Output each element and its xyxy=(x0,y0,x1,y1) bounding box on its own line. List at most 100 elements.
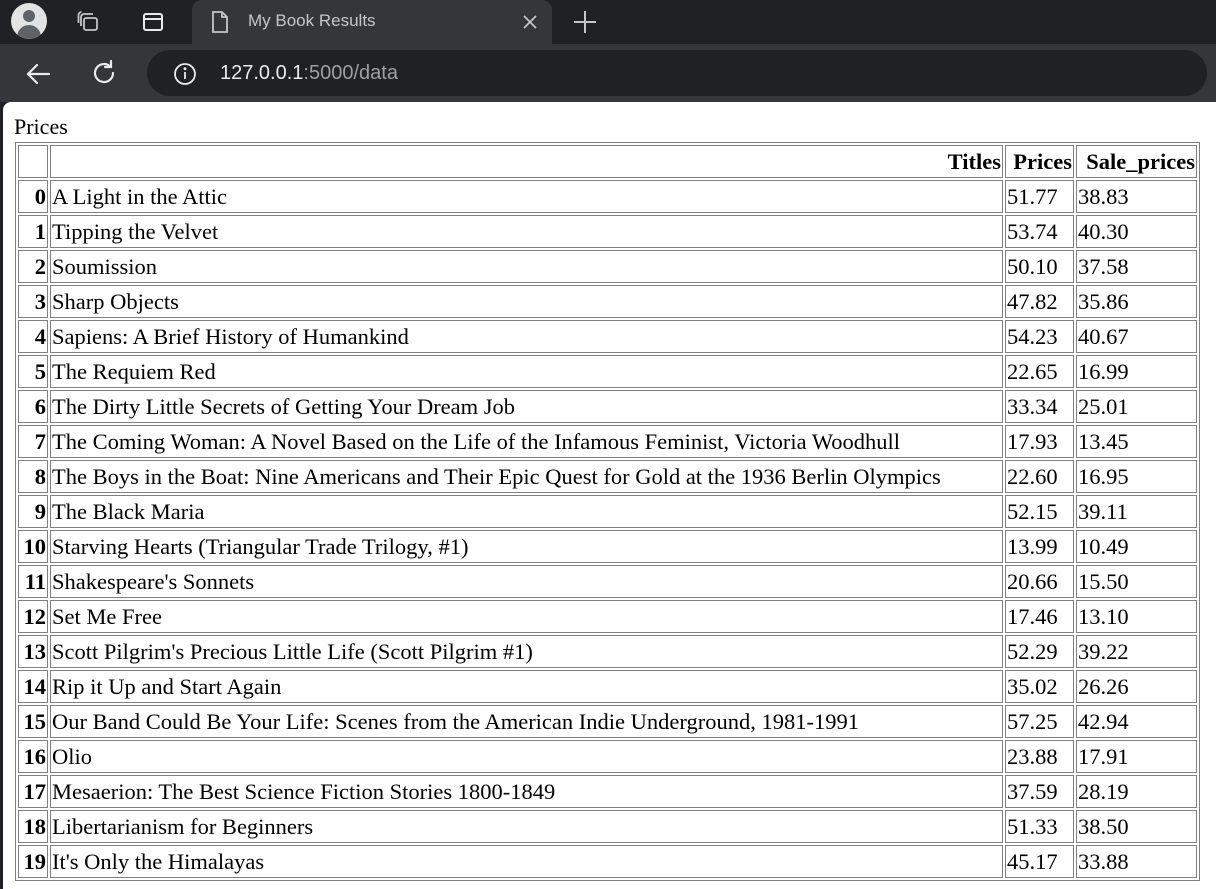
row-index-cell: 16 xyxy=(18,740,48,773)
row-index-cell: 12 xyxy=(18,600,48,633)
sale-price-cell: 37.58 xyxy=(1076,250,1197,283)
sale-price-cell: 33.88 xyxy=(1076,845,1197,878)
price-cell: 51.33 xyxy=(1005,810,1074,843)
browser-tab-strip: My Book Results xyxy=(0,0,1216,44)
title-cell: The Coming Woman: A Novel Based on the L… xyxy=(50,425,1003,458)
price-cell: 57.25 xyxy=(1005,705,1074,738)
url-host: 127.0.0.1 xyxy=(220,62,304,84)
profile-avatar-head xyxy=(23,10,35,22)
price-cell: 33.34 xyxy=(1005,390,1074,423)
row-index-cell: 5 xyxy=(18,355,48,388)
row-index-cell: 11 xyxy=(18,565,48,598)
table-row: 15 Our Band Could Be Your Life: Scenes fr… xyxy=(18,705,1197,738)
table-row: 4 Sapiens: A Brief History of Humankind 54… xyxy=(18,320,1197,353)
price-cell: 45.17 xyxy=(1005,845,1074,878)
row-index-cell: 10 xyxy=(18,530,48,563)
sale-price-cell: 16.95 xyxy=(1076,460,1197,493)
price-cell: 13.99 xyxy=(1005,530,1074,563)
price-cell: 37.59 xyxy=(1005,775,1074,808)
table-row: 0A Light in the Attic 51.77 38.83 xyxy=(18,180,1197,213)
sale-price-cell: 35.86 xyxy=(1076,285,1197,318)
column-header-titles: Titles xyxy=(50,145,1003,178)
row-index-cell: 2 xyxy=(18,250,48,283)
table-row: 5 The Requiem Red 22.65 16.99 xyxy=(18,355,1197,388)
sale-price-cell: 16.99 xyxy=(1076,355,1197,388)
sale-price-cell: 28.19 xyxy=(1076,775,1197,808)
sale-price-cell: 10.49 xyxy=(1076,530,1197,563)
column-header-sale-prices: Sale_prices xyxy=(1076,145,1197,178)
title-cell: Libertarianism for Beginners xyxy=(50,810,1003,843)
price-cell: 23.88 xyxy=(1005,740,1074,773)
table-row: 8 The Boys in the Boat: Nine Americans an… xyxy=(18,460,1197,493)
sale-price-cell: 13.10 xyxy=(1076,600,1197,633)
title-cell: It's Only the Himalayas xyxy=(50,845,1003,878)
price-cell: 50.10 xyxy=(1005,250,1074,283)
close-icon[interactable] xyxy=(520,12,540,32)
title-cell: Tipping the Velvet xyxy=(50,215,1003,248)
price-cell: 22.60 xyxy=(1005,460,1074,493)
price-cell: 51.77 xyxy=(1005,180,1074,213)
sale-price-cell: 25.01 xyxy=(1076,390,1197,423)
title-cell: The Dirty Little Secrets of Getting Your… xyxy=(50,390,1003,423)
title-cell: Sapiens: A Brief History of Humankind xyxy=(50,320,1003,353)
plus-icon[interactable] xyxy=(572,9,598,35)
table-row: 10 Starving Hearts (Triangular Trade Tril… xyxy=(18,530,1197,563)
row-index-cell: 1 xyxy=(18,215,48,248)
workspaces-icon[interactable] xyxy=(74,7,104,37)
document-icon xyxy=(210,10,230,38)
sale-price-cell: 38.50 xyxy=(1076,810,1197,843)
row-index-cell: 3 xyxy=(18,285,48,318)
title-cell: Starving Hearts (Triangular Trade Trilog… xyxy=(50,530,1003,563)
table-row: 2 Soumission 50.10 37.58 xyxy=(18,250,1197,283)
row-index-cell: 8 xyxy=(18,460,48,493)
info-icon[interactable] xyxy=(173,62,197,90)
browser-toolbar: 127.0.0.1:5000/data xyxy=(0,44,1216,102)
table-row: 17 Mesaerion: The Best Science Fiction St… xyxy=(18,775,1197,808)
row-index-cell: 17 xyxy=(18,775,48,808)
back-arrow-icon[interactable] xyxy=(22,58,54,90)
row-index-cell: 18 xyxy=(18,810,48,843)
sale-price-cell: 40.67 xyxy=(1076,320,1197,353)
profile-avatar-icon[interactable] xyxy=(11,3,47,39)
table-row: 13 Scott Pilgrim's Precious Little Life (… xyxy=(18,635,1197,668)
row-index-cell: 7 xyxy=(18,425,48,458)
price-cell: 52.29 xyxy=(1005,635,1074,668)
table-row: 9 The Black Maria 52.15 39.11 xyxy=(18,495,1197,528)
row-index-cell: 13 xyxy=(18,635,48,668)
table-row: 3 Sharp Objects 47.82 35.86 xyxy=(18,285,1197,318)
price-cell: 17.93 xyxy=(1005,425,1074,458)
page-heading: Prices xyxy=(14,114,68,139)
tab-actions-icon[interactable] xyxy=(138,7,168,37)
table-row: 16 Olio 23.88 17.91 xyxy=(18,740,1197,773)
price-cell: 35.02 xyxy=(1005,670,1074,703)
title-cell: Shakespeare's Sonnets xyxy=(50,565,1003,598)
price-cell: 47.82 xyxy=(1005,285,1074,318)
title-cell: The Boys in the Boat: Nine Americans and… xyxy=(50,460,1003,493)
row-index-cell: 6 xyxy=(18,390,48,423)
table-row: 18 Libertarianism for Beginners 51.33 38.50 xyxy=(18,810,1197,843)
title-cell: The Black Maria xyxy=(50,495,1003,528)
url-path: :5000/data xyxy=(303,62,398,84)
reload-icon[interactable] xyxy=(88,57,120,89)
row-index-cell: 9 xyxy=(18,495,48,528)
table-row: 6 The Dirty Little Secrets of Getting You… xyxy=(18,390,1197,423)
sale-price-cell: 42.94 xyxy=(1076,705,1197,738)
title-cell: A Light in the Attic xyxy=(50,180,1003,213)
tab-title: My Book Results xyxy=(248,11,376,30)
tab-active[interactable]: My Book Results xyxy=(192,0,552,44)
sale-price-cell: 17.91 xyxy=(1076,740,1197,773)
row-index-cell: 19 xyxy=(18,845,48,878)
column-header-index xyxy=(18,145,48,178)
sale-price-cell: 38.83 xyxy=(1076,180,1197,213)
address-bar[interactable]: 127.0.0.1:5000/data xyxy=(147,50,1207,96)
url-text: 127.0.0.1:5000/data xyxy=(220,62,398,85)
prices-table: Titles Prices Sale_prices 0A Light in th… xyxy=(15,142,1200,881)
price-cell: 52.15 xyxy=(1005,495,1074,528)
table-row: 7 The Coming Woman: A Novel Based on the … xyxy=(18,425,1197,458)
row-index-cell: 14 xyxy=(18,670,48,703)
title-cell: Our Band Could Be Your Life: Scenes from… xyxy=(50,705,1003,738)
table-row: 11 Shakespeare's Sonnets 20.66 15.50 xyxy=(18,565,1197,598)
price-cell: 54.23 xyxy=(1005,320,1074,353)
page-viewport: Prices Titles Prices Sale_prices 0A Ligh… xyxy=(3,102,1216,889)
title-cell: Set Me Free xyxy=(50,600,1003,633)
